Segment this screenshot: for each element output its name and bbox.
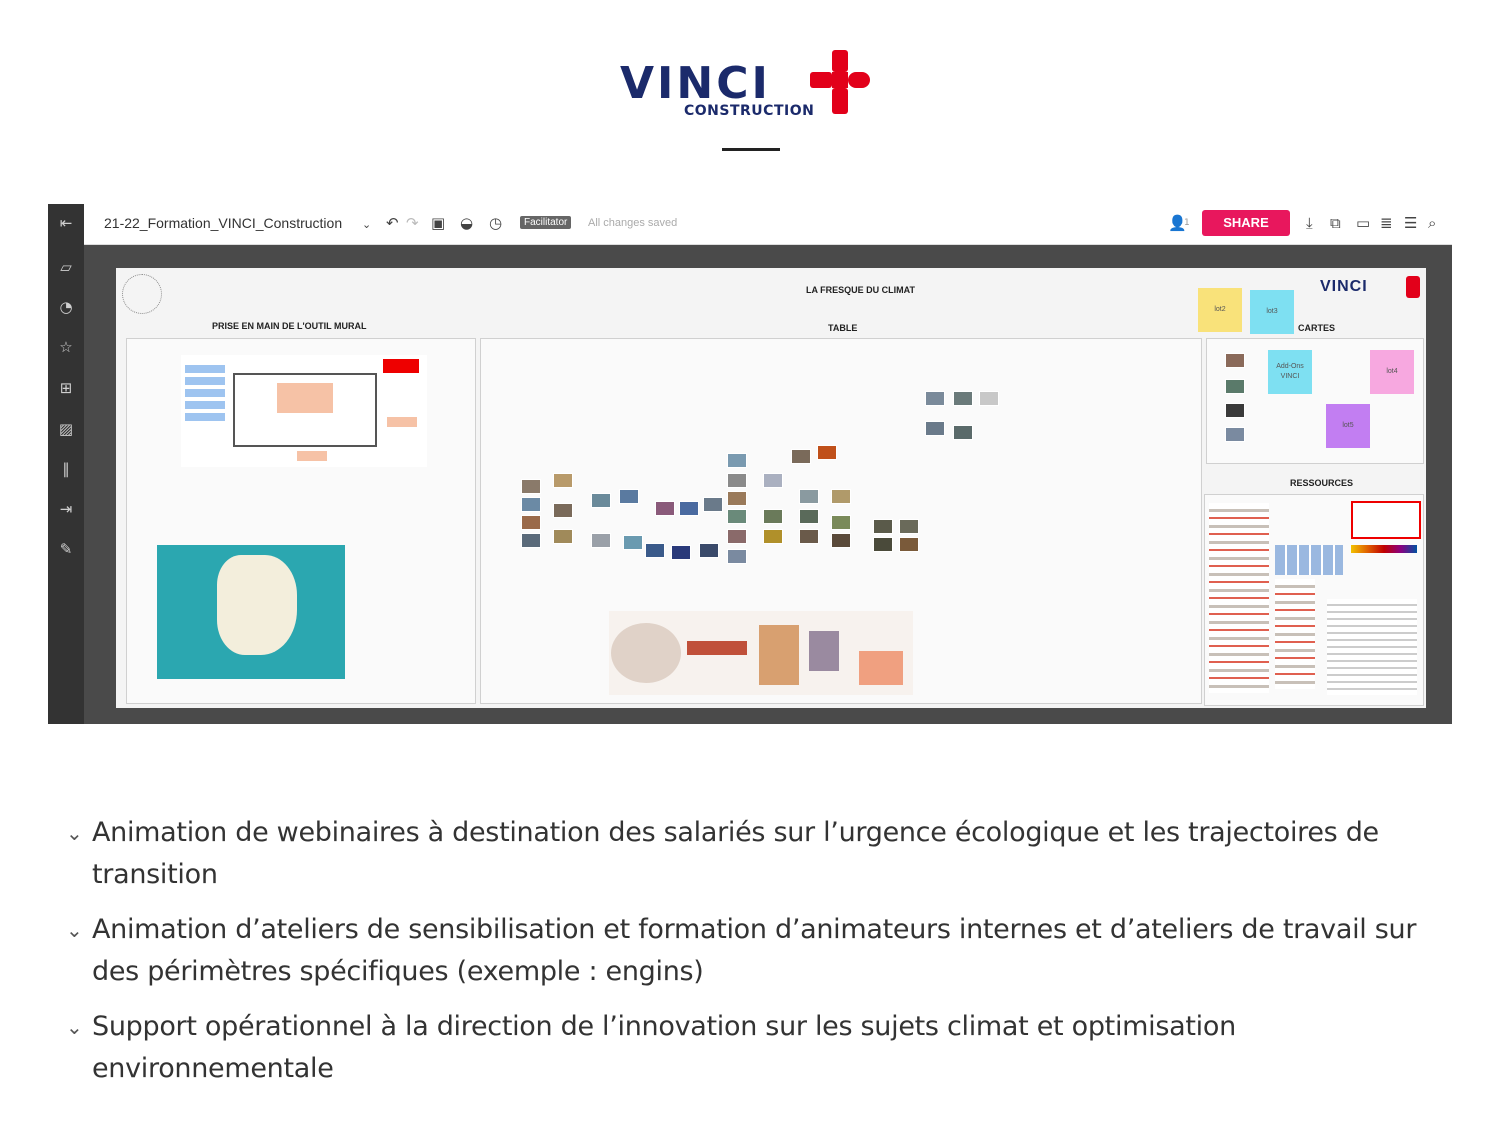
resource-document-2 — [1275, 579, 1315, 689]
bullet-chevron-icon: ⌄ — [66, 821, 83, 845]
resource-fresque-poster — [1351, 501, 1421, 539]
shapes-icon[interactable]: ◔ — [57, 298, 75, 316]
frame-prise-en-main[interactable] — [126, 338, 476, 704]
sticky-lot4[interactable]: lot4 — [1370, 350, 1414, 394]
vinci-mark-icon — [810, 50, 870, 114]
bullet-item: ⌄ Animation d’ateliers de sensibilisatio… — [66, 909, 1446, 993]
chevron-down-icon[interactable]: ⌄ — [362, 216, 371, 234]
resource-document-3 — [1327, 599, 1417, 695]
import-icon[interactable]: ⇥ — [57, 500, 75, 518]
sticky-lot5[interactable]: lot5 — [1326, 404, 1370, 448]
private-mode-icon[interactable]: ◒ — [460, 214, 473, 232]
divider-line — [722, 148, 780, 151]
sticky-note-icon[interactable]: ▱ — [57, 258, 75, 276]
frame-table[interactable] — [480, 338, 1202, 704]
vinci-mini-logo: VINCI — [1320, 278, 1368, 295]
facilitator-badge[interactable]: Facilitator — [520, 216, 572, 229]
frame-label-table: TABLE — [828, 323, 858, 333]
fresque-logo: LA FRESQUE DU CLIMAT — [806, 285, 915, 295]
comment-icon[interactable]: ▭ — [1356, 214, 1370, 232]
timer-icon[interactable]: ◷ — [489, 214, 502, 232]
image-icon[interactable]: ▨ — [57, 420, 75, 438]
france-map-image — [157, 545, 345, 679]
sticky-add-ons-vinci[interactable]: Add-Ons VINCI — [1268, 350, 1312, 394]
tutorial-diagram — [181, 355, 427, 467]
download-icon[interactable]: ⤓ — [1306, 214, 1313, 232]
activity-icon[interactable]: ≣ — [1380, 214, 1393, 232]
undo-icon[interactable]: ↶ — [386, 214, 399, 232]
duplicate-icon[interactable]: ⧉ — [1330, 214, 1341, 232]
climate-causal-diagram — [609, 611, 913, 695]
star-icon[interactable]: ☆ — [57, 338, 75, 356]
frame-label-prise-en-main: PRISE EN MAIN DE L'OUTIL MURAL — [212, 321, 367, 331]
top-toolbar: 21-22_Formation_VINCI_Construction ⌄ ↶ ↷… — [84, 204, 1452, 245]
bullet-text-1: Animation de webinaires à destination de… — [92, 817, 1379, 890]
mural-app-screenshot: ⇤ ▱ ◔ ☆ ⊞ ▨ ∥ ⇥ ✎ 21-22_Formation_VINCI_… — [48, 204, 1452, 724]
resource-document-1 — [1209, 503, 1269, 693]
bullet-text-3: Support opérationnel à la direction de l… — [92, 1011, 1236, 1084]
participants-count: 1 — [1184, 218, 1190, 228]
bullet-text-2: Animation d’ateliers de sensibilisation … — [92, 914, 1417, 987]
left-toolbar: ⇤ ▱ ◔ ☆ ⊞ ▨ ∥ ⇥ ✎ — [48, 204, 84, 724]
vinci-construction-logo: VINCI CONSTRUCTION — [618, 48, 880, 158]
pen-icon[interactable]: ✎ — [57, 540, 75, 558]
frame-label-cartes: CARTES — [1298, 323, 1336, 333]
vingt-vingt-logo — [122, 274, 162, 314]
resource-table — [1275, 545, 1343, 575]
search-icon[interactable]: ⌕ — [1428, 214, 1436, 232]
share-button[interactable]: SHARE — [1202, 210, 1290, 236]
logo-subtitle: CONSTRUCTION — [684, 103, 815, 119]
bullet-chevron-icon: ⌄ — [66, 1015, 83, 1039]
redo-icon[interactable]: ↷ — [406, 214, 419, 232]
bullet-item: ⌄ Animation de webinaires à destination … — [66, 812, 1446, 896]
library-icon[interactable]: ∥ — [57, 460, 75, 478]
outline-list-icon[interactable]: ☰ — [1404, 214, 1417, 232]
sticky-lot2[interactable]: lot2 — [1198, 288, 1242, 332]
grid-icon[interactable]: ⊞ — [57, 379, 75, 397]
outline-icon[interactable]: ▣ — [431, 214, 445, 232]
bullet-item: ⌄ Support opérationnel à la direction de… — [66, 1006, 1446, 1090]
sticky-lot3[interactable]: lot3 — [1250, 290, 1294, 334]
bullet-chevron-icon: ⌄ — [66, 918, 83, 942]
save-status: All changes saved — [588, 217, 678, 229]
collapse-icon[interactable]: ⇤ — [57, 214, 75, 232]
board-title[interactable]: 21-22_Formation_VINCI_Construction — [104, 215, 342, 231]
mural-canvas[interactable]: LA FRESQUE DU CLIMAT VINCI PRISE EN MAIN… — [116, 268, 1426, 708]
vinci-mini-mark-icon — [1406, 276, 1420, 298]
frame-label-ressources: RESSOURCES — [1290, 478, 1354, 488]
frame-ressources[interactable] — [1204, 494, 1424, 706]
bullet-list: ⌄ Animation de webinaires à destination … — [66, 812, 1446, 1103]
logo-wordmark: VINCI — [620, 58, 771, 109]
